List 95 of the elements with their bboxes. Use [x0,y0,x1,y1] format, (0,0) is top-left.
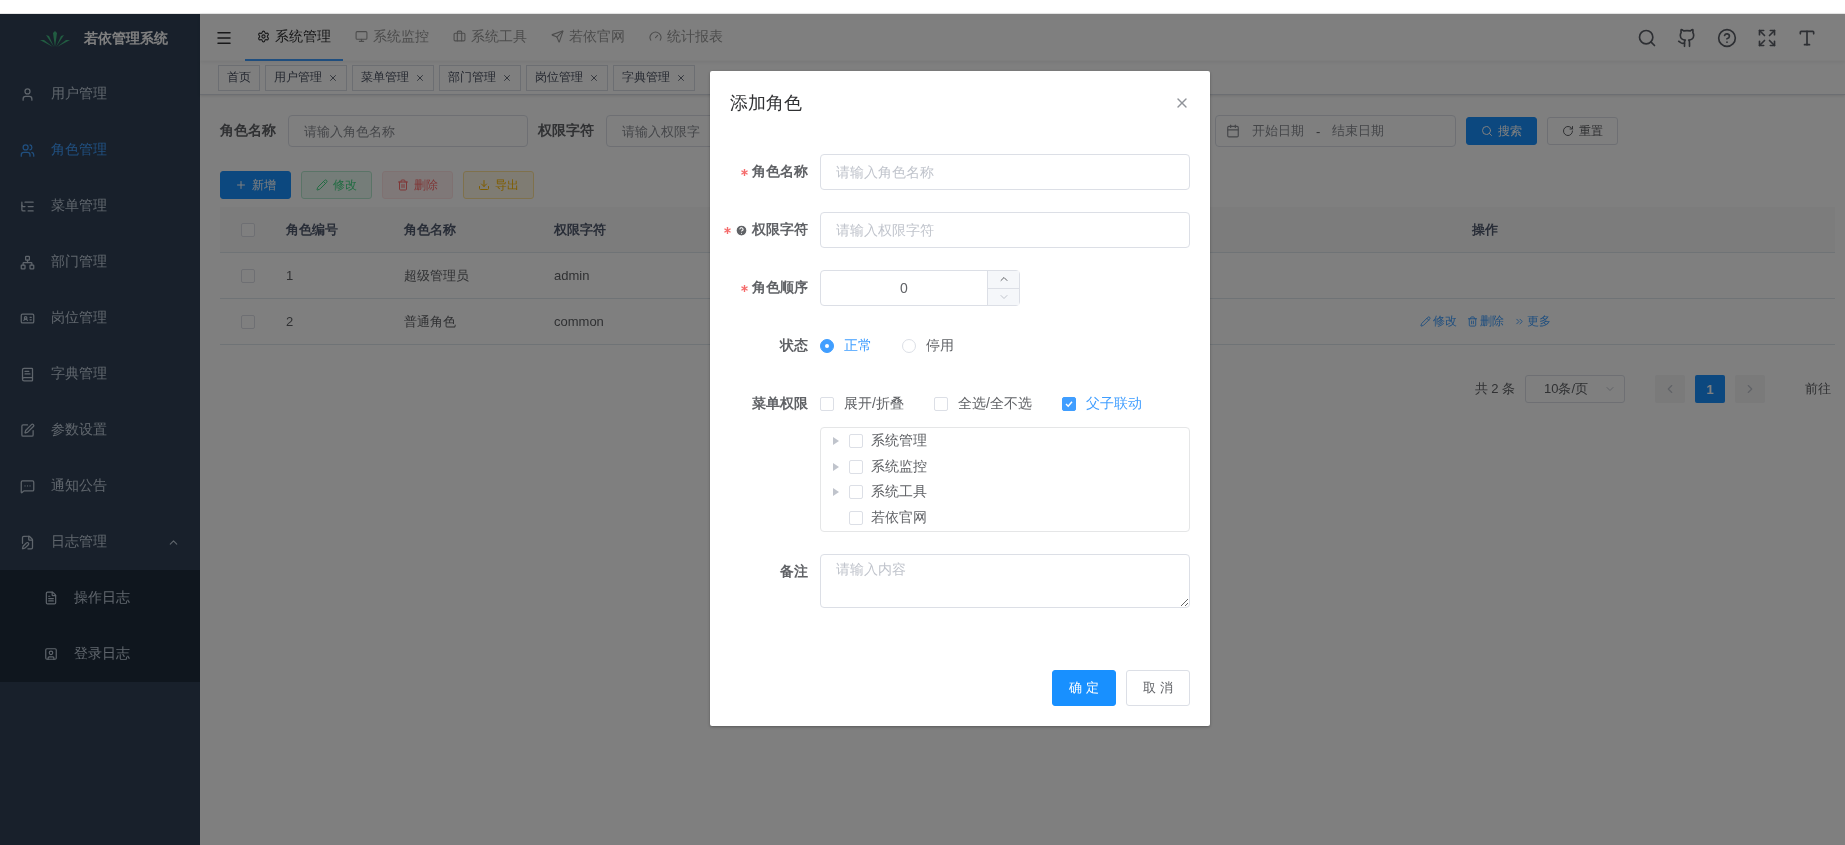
gear-icon [257,30,270,43]
total-count: 共 2 条 [1474,380,1515,398]
field-label: 角色名称 [752,163,808,181]
checkbox-label: 展开/折叠 [844,395,904,413]
previous-page-button[interactable] [1655,375,1685,403]
text-input[interactable]: 请输入角色名称 [820,154,1190,190]
toolbar-button[interactable]: 导出 [463,171,534,199]
id-card-icon [20,310,35,326]
tree-item[interactable]: 系统管理 [871,431,927,450]
row-action-link[interactable]: 删除 [1466,313,1504,330]
page-tag[interactable]: 部门管理 [439,64,521,91]
search-form-button[interactable]: 搜索 [1466,117,1537,145]
close-icon[interactable] [676,72,686,83]
dialog-button[interactable]: 确 定 [1052,670,1116,706]
download-icon [478,179,490,191]
field-label: 状态 [780,337,808,355]
close-icon[interactable] [328,72,338,83]
checkbox-label: 全选/全不选 [957,395,1032,413]
github-icon[interactable] [1677,27,1697,48]
page-tag[interactable]: 岗位管理 [526,64,608,91]
row-action-link[interactable]: 更多 [1513,313,1551,330]
search-icon[interactable] [1637,27,1657,48]
user-icon [20,86,35,102]
page-button[interactable]: 1 [1695,375,1725,403]
remark-input[interactable]: 请输入内容 [820,554,1190,608]
table-cell: 2 [276,299,394,345]
help-icon[interactable] [1717,27,1737,48]
users-icon [20,142,35,158]
close-icon[interactable] [589,72,599,83]
briefcase-icon [453,30,466,43]
table-cell: 超级管理员 [394,253,544,299]
refresh-icon [1562,125,1574,137]
pencil-icon [316,179,328,191]
gauge-icon [649,30,662,43]
next-page-button[interactable] [1735,375,1765,403]
monitor-icon [355,30,368,43]
search-icon [1481,125,1493,137]
list-icon [20,198,35,214]
document-edit-icon [20,534,35,550]
user-card-icon [44,647,58,661]
table-cell: 普通角色 [394,299,544,345]
hierarchy-icon [20,254,35,270]
search-label: 角色名称 [220,122,277,140]
page-tag[interactable]: 首页 [218,64,260,91]
number-input[interactable]: 0 [820,270,1020,306]
leaf-logo-icon [40,31,70,47]
send-icon [551,30,564,43]
dialog-title: 添加角色 [730,92,802,115]
row-action-link[interactable]: 修改 [1419,313,1457,330]
table-cell: common [544,299,674,345]
sidebar-item[interactable]: 登录日志 [0,626,200,682]
field-label: 菜单权限 [752,395,808,413]
tree-item[interactable]: 系统监控 [871,457,927,476]
trash-icon [1466,316,1478,327]
checkbox-label: 父子联动 [1085,395,1142,413]
pencil-icon [1419,316,1431,327]
toolbar-button[interactable]: 新增 [220,171,291,199]
dialog-button[interactable]: 取 消 [1126,670,1190,706]
checkmark-icon [1063,399,1074,409]
search-label: 权限字符 [538,122,595,140]
close-icon[interactable] [415,72,425,83]
book-icon [20,366,35,382]
document-icon [44,591,58,605]
text-input[interactable]: 请输入权限字符 [820,212,1190,248]
radio-label: 正常 [844,337,872,355]
calendar-icon [1226,124,1240,138]
field-label: 权限字符 [752,221,808,239]
edit-icon [20,422,35,438]
field-label: 备注 [780,563,808,581]
close-icon[interactable] [502,72,512,83]
checkbox[interactable] [1061,397,1076,411]
page-size-select[interactable]: 10条/页 [1525,375,1625,403]
double-chevron-icon [1513,316,1525,327]
tree-item[interactable]: 若依官网 [871,509,927,528]
app-title: 若依管理系统 [84,30,168,48]
fullscreen-icon[interactable] [1757,27,1777,48]
page-tag[interactable]: 用户管理 [265,64,347,91]
radio-label: 停用 [926,337,954,355]
nav-tab[interactable]: 系统管理 [245,14,343,61]
caret-icon[interactable] [833,436,839,445]
search-form-button[interactable]: 重置 [1547,117,1618,145]
radio-button[interactable] [820,339,834,353]
table-cell: admin [544,253,674,299]
tree-item[interactable]: 系统工具 [871,483,927,502]
field-label: 角色顺序 [752,279,808,297]
page-tag[interactable]: 字典管理 [613,64,695,91]
trash-icon [397,179,409,191]
page-tag[interactable]: 菜单管理 [352,64,434,91]
sidebar-item[interactable]: 操作日志 [0,570,200,626]
plus-icon [235,179,247,191]
table-cell: 1 [276,253,394,299]
caret-icon[interactable] [833,488,839,497]
chat-icon [20,478,35,494]
caret-icon[interactable] [833,462,839,471]
goto-label: 前往 [1805,380,1831,398]
